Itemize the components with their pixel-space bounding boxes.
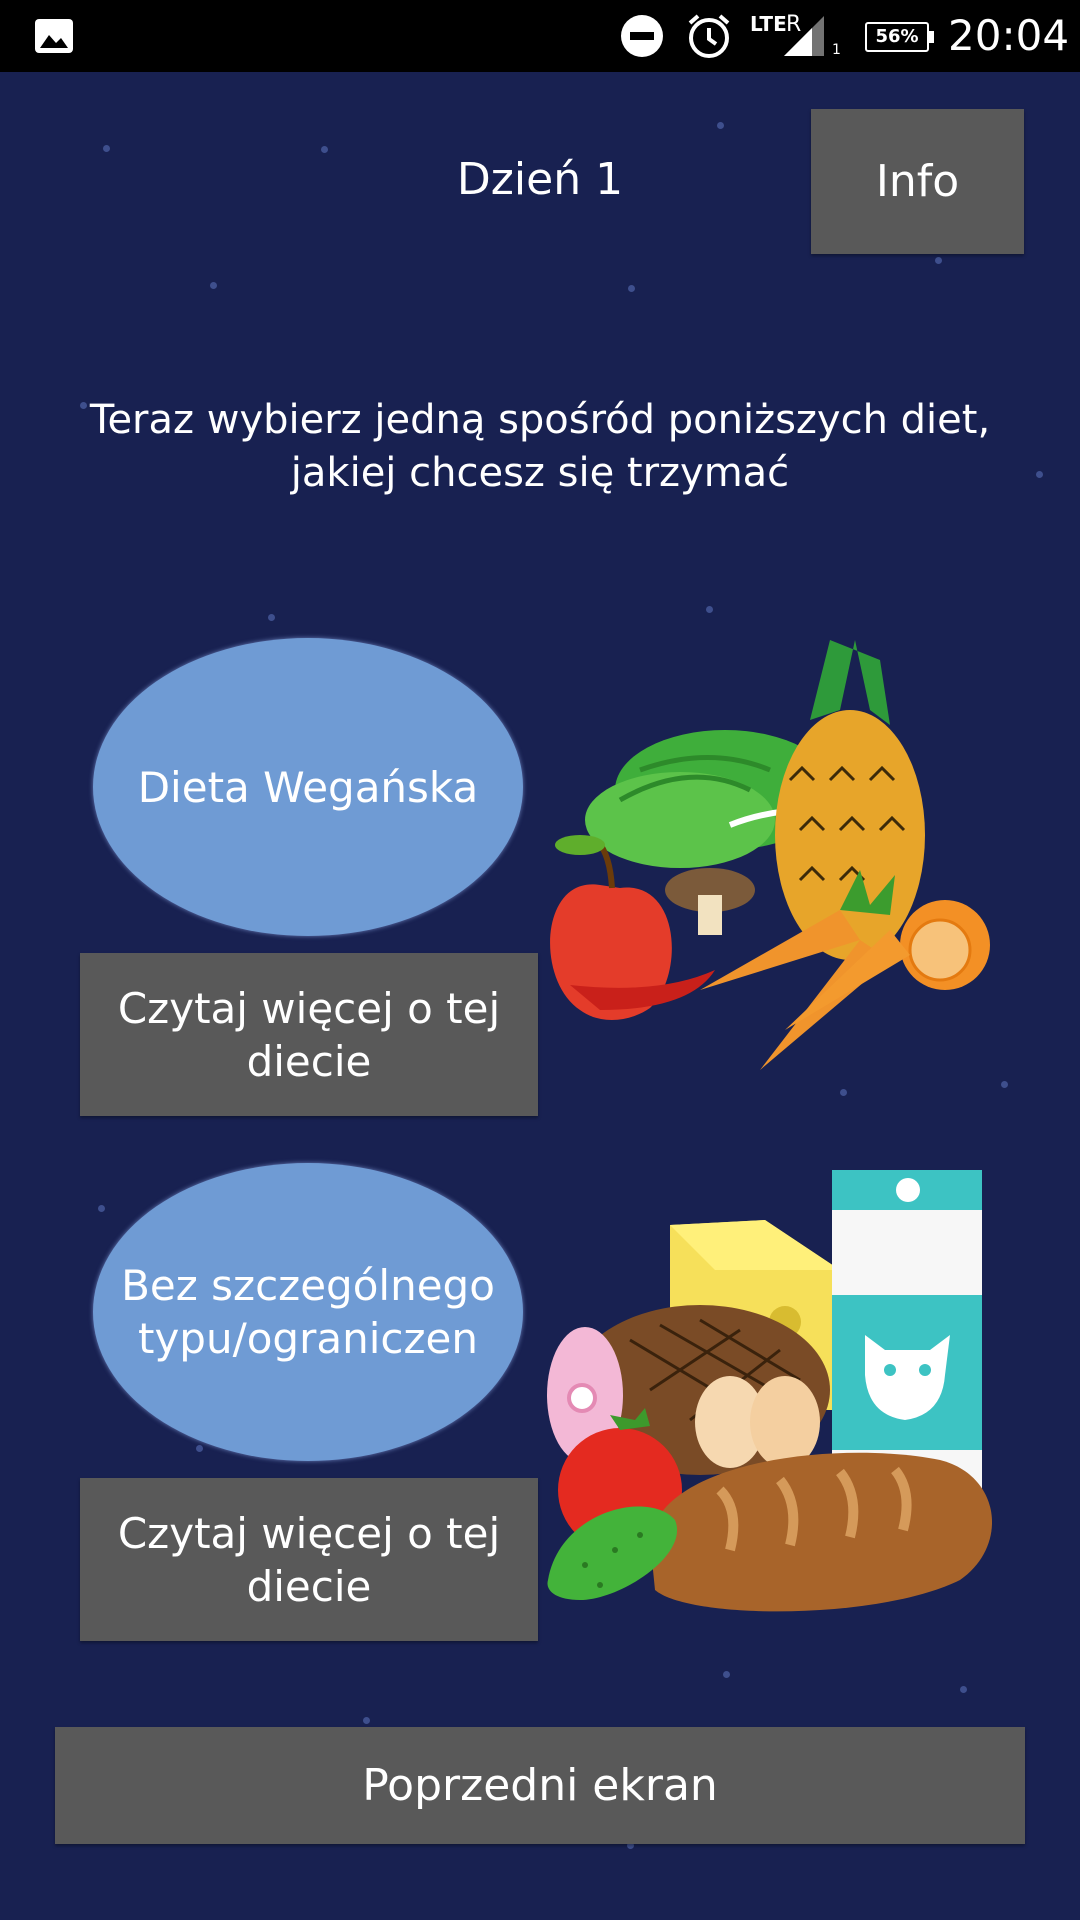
signal-icon [784, 16, 824, 56]
vegan-food-illustration [550, 640, 990, 1070]
read-more-vegan-button[interactable]: Czytaj więcej o tej diecie [80, 953, 538, 1116]
sim-slot-label: 1 [832, 42, 841, 58]
no-restriction-diet-option[interactable]: Bez szczególnego typu/ograniczen [93, 1163, 523, 1461]
day-title: Dzień 1 [456, 154, 624, 205]
clock-label: 20:04 [948, 11, 1070, 60]
do-not-disturb-icon [621, 15, 663, 57]
alarm-icon [688, 14, 730, 58]
vegan-diet-option[interactable]: Dieta Wegańska [93, 638, 523, 936]
status-bar: LTE R 1 56% 20:04 [0, 0, 1080, 72]
instruction-text: Teraz wybierz jedną spośród poniższych d… [89, 397, 991, 496]
read-more-standard-button[interactable]: Czytaj więcej o tej diecie [80, 1478, 538, 1641]
previous-screen-button[interactable]: Poprzedni ekran [55, 1727, 1025, 1844]
mixed-food-illustration [547, 1170, 993, 1612]
info-button[interactable]: Info [811, 109, 1024, 254]
gallery-notification-icon [35, 19, 73, 53]
battery-icon: 56% [865, 22, 934, 52]
battery-level-label: 56% [875, 26, 919, 47]
